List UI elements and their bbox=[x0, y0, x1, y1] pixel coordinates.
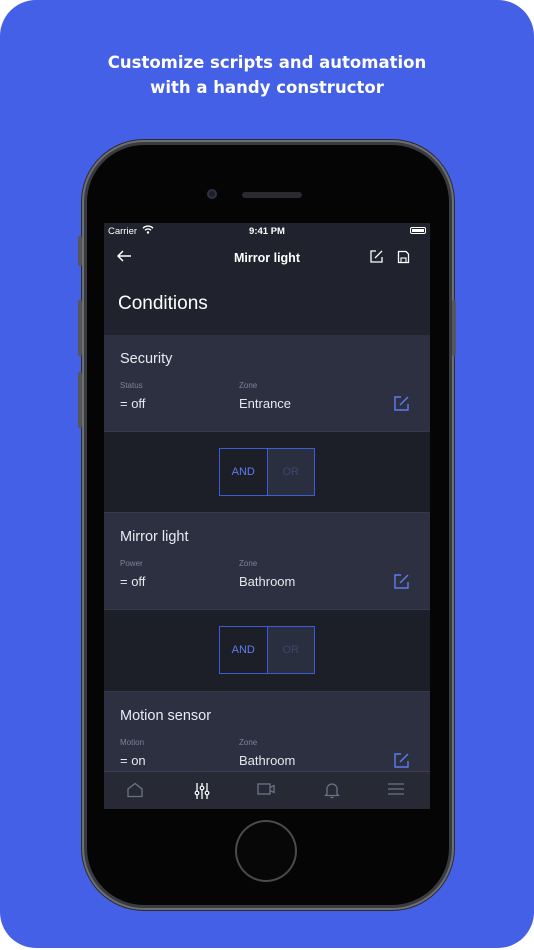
tab-bar bbox=[104, 771, 430, 809]
and-option[interactable]: AND bbox=[220, 449, 268, 495]
zone-label: Zone bbox=[239, 559, 258, 568]
field-value: = off bbox=[120, 574, 146, 589]
field-label: Power bbox=[120, 559, 143, 568]
zone-value: Bathroom bbox=[239, 574, 296, 589]
app-screen: Carrier 9:41 PM Mirror light Conditions … bbox=[104, 223, 430, 809]
zone-value: Bathroom bbox=[239, 753, 296, 768]
or-option[interactable]: OR bbox=[267, 627, 314, 673]
battery-icon bbox=[410, 227, 426, 234]
zone-label: Zone bbox=[239, 381, 258, 390]
volume-down-button bbox=[78, 372, 82, 428]
operator-row: AND OR bbox=[104, 431, 430, 513]
nav-bar: Mirror light bbox=[104, 239, 430, 279]
and-or-toggle[interactable]: AND OR bbox=[219, 448, 315, 496]
condition-title: Mirror light bbox=[120, 529, 189, 545]
and-option[interactable]: AND bbox=[220, 627, 268, 673]
power-button bbox=[452, 300, 456, 356]
edit-condition-icon[interactable] bbox=[393, 395, 410, 417]
status-time: 9:41 PM bbox=[249, 226, 285, 237]
field-label: Status bbox=[120, 381, 143, 390]
condition-title: Security bbox=[120, 351, 173, 367]
save-icon[interactable] bbox=[397, 250, 410, 269]
and-or-toggle[interactable]: AND OR bbox=[219, 626, 315, 674]
camera-icon[interactable] bbox=[257, 782, 281, 802]
field-value: = off bbox=[120, 396, 146, 411]
promo-headline: Customize scripts and automation with a … bbox=[0, 50, 534, 100]
zone-value: Entrance bbox=[239, 396, 292, 411]
home-button[interactable] bbox=[237, 822, 295, 880]
or-option[interactable]: OR bbox=[267, 449, 314, 495]
zone-label: Zone bbox=[239, 738, 258, 747]
status-bar: Carrier 9:41 PM bbox=[104, 223, 430, 239]
condition-card[interactable]: Mirror light Power = off Zone Bathroom bbox=[104, 513, 430, 609]
headline-line-1: Customize scripts and automation bbox=[107, 53, 427, 72]
bell-icon[interactable] bbox=[323, 782, 348, 802]
sliders-icon[interactable] bbox=[193, 782, 217, 802]
edit-condition-icon[interactable] bbox=[393, 573, 410, 595]
field-label: Motion bbox=[120, 738, 145, 747]
operator-row: AND OR bbox=[104, 609, 430, 692]
earpiece-speaker bbox=[242, 192, 302, 198]
condition-card[interactable]: Security Status = off Zone Entrance bbox=[104, 335, 430, 431]
front-camera bbox=[207, 189, 217, 199]
section-title: Conditions bbox=[118, 293, 208, 314]
home-icon[interactable] bbox=[126, 782, 150, 802]
field-value: = on bbox=[120, 753, 146, 768]
mute-switch bbox=[78, 236, 82, 266]
volume-up-button bbox=[78, 300, 82, 356]
menu-icon[interactable] bbox=[387, 782, 411, 802]
condition-title: Motion sensor bbox=[120, 708, 212, 724]
headline-line-2: with a handy constructor bbox=[150, 78, 384, 97]
edit-icon[interactable] bbox=[369, 249, 384, 269]
